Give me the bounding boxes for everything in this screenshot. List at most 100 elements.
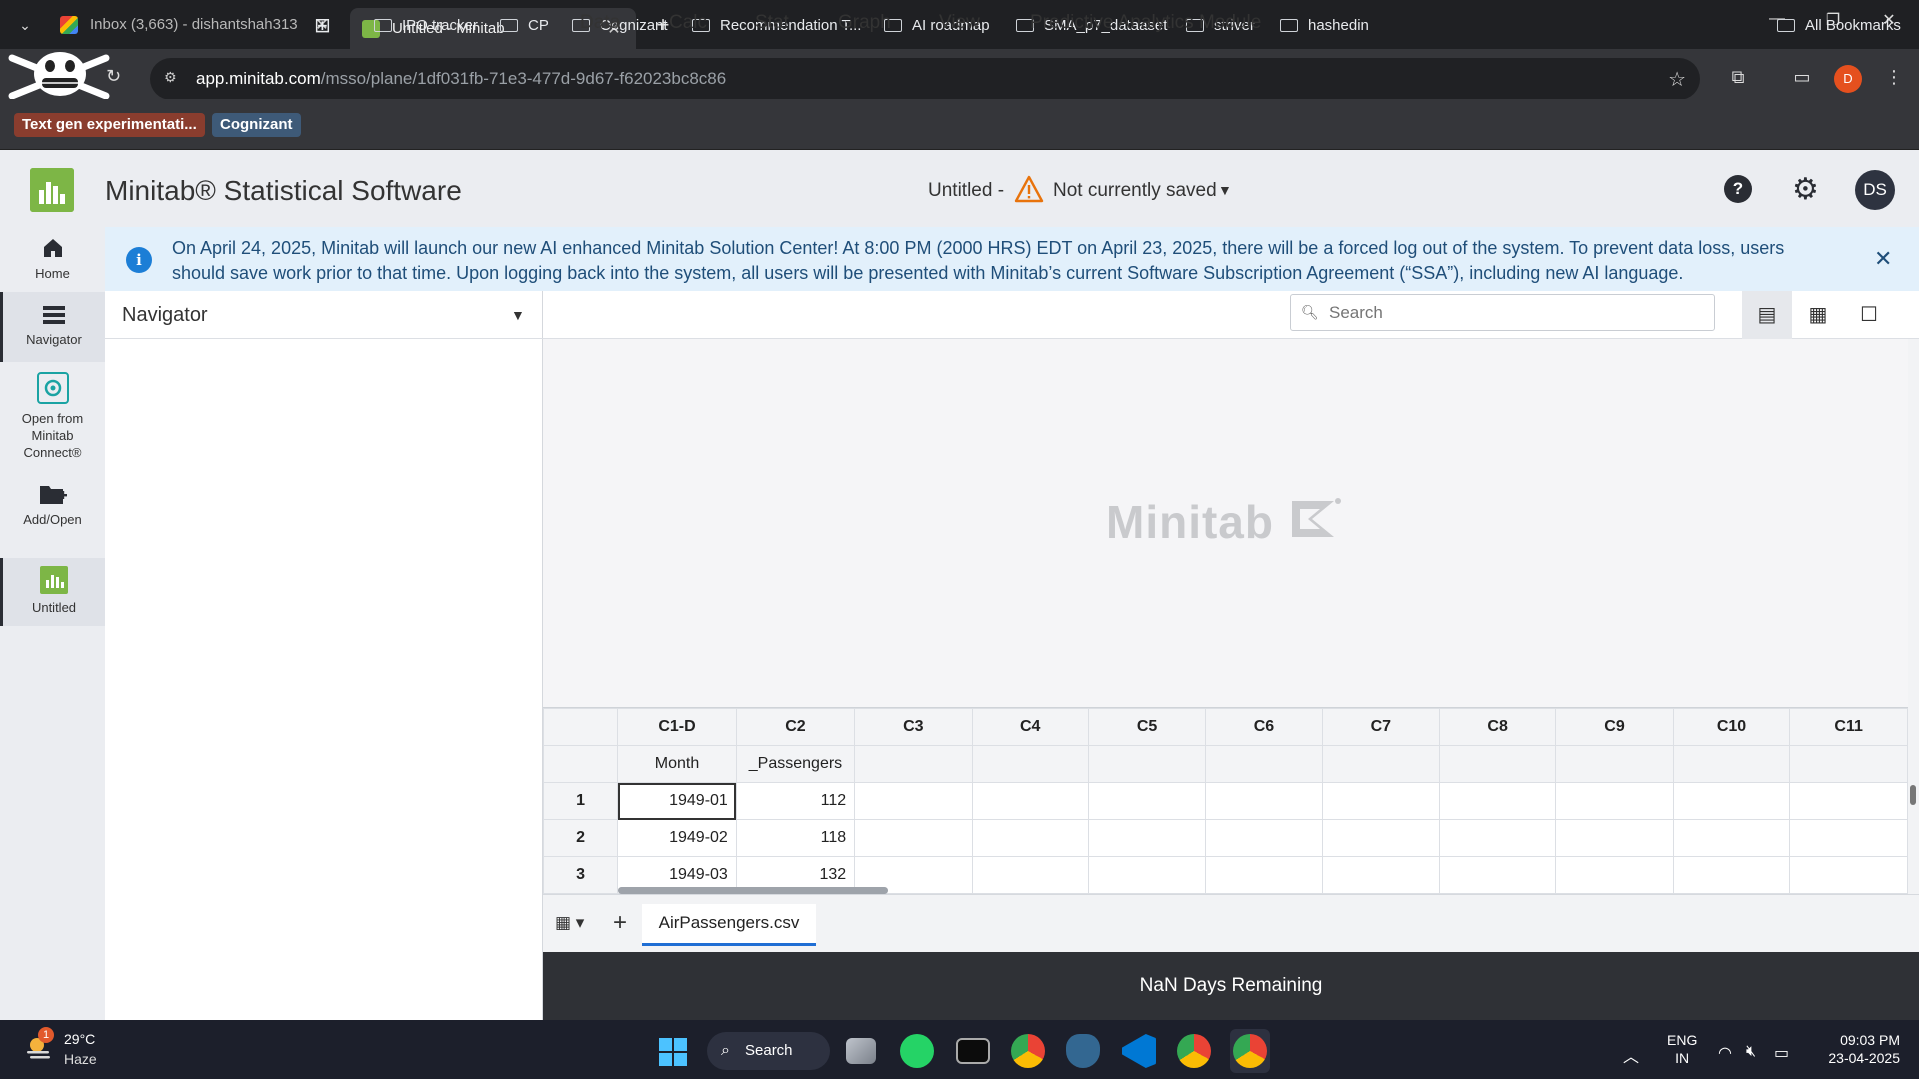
cast-icon[interactable]: ▭ — [1790, 67, 1814, 88]
user-avatar[interactable]: DS — [1855, 170, 1895, 210]
column-header[interactable]: C7 — [1321, 708, 1440, 746]
url-text[interactable]: app.minitab.com/msso/plane/1df031fb-71e3… — [196, 69, 726, 89]
data-cell[interactable] — [854, 819, 973, 857]
help-icon[interactable]: ? — [1724, 175, 1752, 203]
gear-icon[interactable]: ⚙ — [1792, 172, 1819, 207]
column-header[interactable]: C9 — [1555, 708, 1674, 746]
volume-muted-icon[interactable]: 🔇︎ — [1746, 1043, 1756, 1061]
wifi-icon[interactable]: ◠ — [1718, 1043, 1732, 1063]
data-cell[interactable] — [1789, 782, 1908, 820]
menu-graph[interactable]: Graph — [838, 12, 891, 34]
chrome-icon[interactable] — [1011, 1034, 1045, 1068]
data-cell[interactable] — [971, 819, 1089, 857]
windows-start-icon[interactable] — [658, 1037, 688, 1067]
chrome-active-icon[interactable] — [1233, 1034, 1267, 1068]
extensions-icon[interactable]: ⧉ — [1726, 67, 1750, 88]
row-number[interactable]: 2 — [543, 819, 619, 857]
data-cell[interactable] — [1321, 856, 1440, 894]
column-header[interactable]: C3 — [854, 708, 973, 746]
clock[interactable]: 09:03 PM 23-04-2025 — [1812, 1031, 1900, 1067]
data-cell[interactable] — [1672, 856, 1791, 894]
menu-stat[interactable]: Stat — [755, 12, 789, 34]
language-indicator[interactable]: ENG IN — [1667, 1031, 1697, 1067]
data-cell[interactable] — [1555, 856, 1674, 894]
data-cell[interactable] — [971, 782, 1089, 820]
bookmark-ipo-tracker[interactable]: IPO tracker — [374, 12, 478, 38]
data-cell[interactable] — [1789, 856, 1908, 894]
data-cell[interactable] — [1205, 782, 1323, 820]
document-title[interactable]: Untitled - — [928, 180, 1004, 202]
column-name-cell[interactable] — [1555, 745, 1674, 783]
column-name-cell[interactable]: _Passengers — [735, 745, 856, 783]
all-bookmarks[interactable]: All Bookmarks — [1777, 12, 1901, 38]
terminal-icon[interactable] — [956, 1038, 990, 1064]
reload-icon[interactable]: ↻ — [106, 66, 121, 87]
whatsapp-icon[interactable] — [900, 1034, 934, 1068]
battery-icon[interactable]: ▭ — [1774, 1043, 1789, 1063]
bookmark-star-icon[interactable]: ☆ — [1668, 67, 1686, 92]
bookmark-cp[interactable]: CP — [500, 12, 549, 38]
omnibox[interactable]: ⚙ app.minitab.com/msso/plane/1df031fb-71… — [150, 58, 1700, 100]
data-cell[interactable] — [1789, 819, 1908, 857]
data-cell[interactable] — [1321, 819, 1440, 857]
data-cell[interactable]: 118 — [735, 819, 856, 857]
rail-home[interactable]: Home — [0, 236, 105, 281]
column-header[interactable]: C4 — [971, 708, 1089, 746]
data-cell[interactable] — [1438, 819, 1557, 857]
browser-menu-icon[interactable]: ⋮ — [1882, 67, 1906, 88]
column-name-cell[interactable] — [1321, 745, 1440, 783]
column-header[interactable]: C2 — [735, 708, 856, 746]
rail-navigator[interactable]: Navigator — [0, 292, 105, 362]
data-cell[interactable] — [1672, 782, 1791, 820]
row-number[interactable]: 3 — [543, 856, 619, 894]
data-cell[interactable] — [1205, 856, 1323, 894]
data-cell[interactable] — [1321, 782, 1440, 820]
data-cell[interactable] — [1205, 819, 1323, 857]
profile-avatar[interactable]: D — [1834, 65, 1862, 93]
apps-grid-icon[interactable]: ⊞ — [314, 12, 331, 38]
column-name-cell[interactable] — [971, 745, 1089, 783]
worksheet-view-icon[interactable]: ▦ — [1793, 291, 1843, 339]
column-header[interactable]: C11 — [1789, 708, 1908, 746]
data-cell[interactable] — [1087, 819, 1207, 857]
chrome-profile-icon[interactable] — [1177, 1034, 1211, 1068]
corner-cell[interactable] — [543, 708, 619, 746]
tab-gmail[interactable]: Inbox (3,663) - dishantshah313 ✕ — [48, 8, 344, 41]
column-header[interactable]: C10 — [1672, 708, 1791, 746]
data-cell[interactable] — [1555, 819, 1674, 857]
horizontal-scrollbar[interactable] — [618, 887, 888, 894]
chevron-down-icon[interactable]: ▼ — [511, 307, 525, 323]
rail-add-open[interactable]: Add/Open — [0, 482, 105, 527]
menu-view[interactable]: View — [939, 12, 980, 34]
file-explorer-icon[interactable] — [846, 1038, 876, 1064]
column-name-cell[interactable]: Month — [617, 745, 737, 783]
close-banner-icon[interactable]: ✕ — [1874, 246, 1892, 272]
data-cell[interactable] — [1438, 782, 1557, 820]
navigator-header[interactable]: Navigator ▼ — [105, 291, 543, 339]
data-cell[interactable]: 1949-01 — [617, 782, 737, 820]
search-input[interactable] — [1329, 301, 1699, 325]
taskbar-search[interactable]: ⌕ Search — [707, 1032, 830, 1070]
bookmark-hashedin[interactable]: hashedin — [1280, 12, 1369, 38]
column-header[interactable]: C6 — [1205, 708, 1323, 746]
data-cell[interactable] — [1555, 782, 1674, 820]
save-status[interactable]: Not currently saved — [1053, 180, 1217, 202]
menu-predictive-analytics[interactable]: Predictive Analytics Module — [1030, 12, 1261, 34]
data-cell[interactable] — [1438, 856, 1557, 894]
bookmark-chip-cognizant[interactable]: Cognizant — [212, 113, 301, 137]
data-cell[interactable] — [1087, 782, 1207, 820]
tab-search-chevron-icon[interactable]: ⌄ — [12, 12, 38, 38]
column-name-cell[interactable] — [1087, 745, 1207, 783]
chevron-up-icon[interactable]: ︿ — [1623, 1043, 1639, 1067]
column-name-cell[interactable] — [1438, 745, 1557, 783]
add-sheet-icon[interactable]: + — [613, 909, 627, 937]
menu-data[interactable]: Data — [580, 12, 620, 34]
split-view-icon[interactable]: ▤ — [1742, 291, 1792, 339]
data-cell[interactable] — [971, 856, 1089, 894]
chevron-down-icon[interactable]: ▼ — [1218, 182, 1232, 198]
menu-calc[interactable]: Calc — [669, 12, 707, 34]
output-view-icon[interactable]: ☐ — [1844, 291, 1894, 339]
bookmark-chip-text-gen[interactable]: Text gen experimentati... — [14, 113, 205, 137]
row-number[interactable]: 1 — [543, 782, 619, 820]
column-header[interactable]: C1-D — [617, 708, 737, 746]
